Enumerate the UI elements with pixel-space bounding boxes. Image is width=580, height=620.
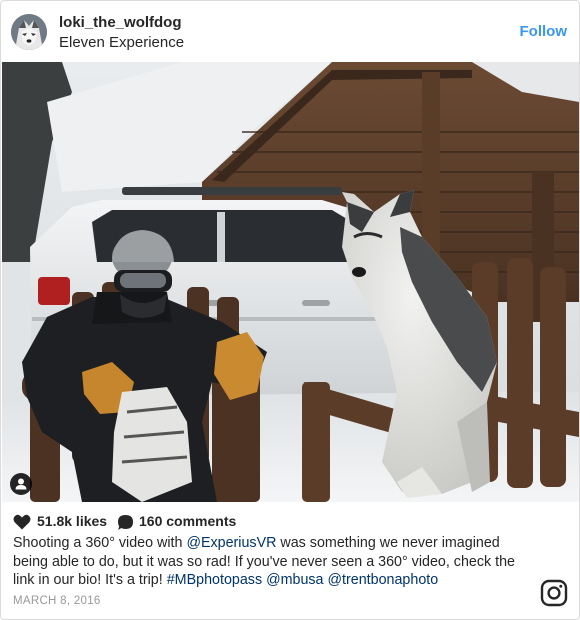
- comment-bubble-icon[interactable]: [117, 514, 134, 531]
- caption-mention-link[interactable]: @ExperiusVR: [186, 535, 276, 551]
- username[interactable]: loki_the_wolfdog: [59, 14, 182, 31]
- post-date: MARCH 8, 2016: [13, 595, 101, 607]
- heart-icon[interactable]: [13, 514, 31, 530]
- follow-button[interactable]: Follow: [520, 23, 568, 40]
- caption-mention-link[interactable]: #MBphotopass: [167, 572, 262, 588]
- post-actions: 51.8k likes 160 comments: [13, 512, 413, 532]
- comments-count[interactable]: 160 comments: [139, 513, 236, 529]
- caption-mention-link[interactable]: @mbusa: [266, 572, 323, 588]
- instagram-post-card: loki_the_wolfdog Eleven Experience Follo…: [0, 0, 580, 620]
- person-tag-icon: [15, 478, 27, 490]
- instagram-logo-icon[interactable]: [540, 579, 568, 607]
- user-tag-button[interactable]: [10, 473, 32, 495]
- post-caption: Shooting a 360° video with @ExperiusVR w…: [13, 534, 533, 590]
- post-header: loki_the_wolfdog Eleven Experience Follo…: [1, 1, 579, 61]
- caption-text: Shooting a 360° video with: [13, 535, 187, 551]
- post-photo[interactable]: [2, 62, 579, 502]
- likes-count[interactable]: 51.8k likes: [37, 513, 107, 529]
- location-link[interactable]: Eleven Experience: [59, 34, 184, 51]
- caption-mention-link[interactable]: @trentbonaphoto: [328, 572, 439, 588]
- avatar[interactable]: [11, 14, 47, 50]
